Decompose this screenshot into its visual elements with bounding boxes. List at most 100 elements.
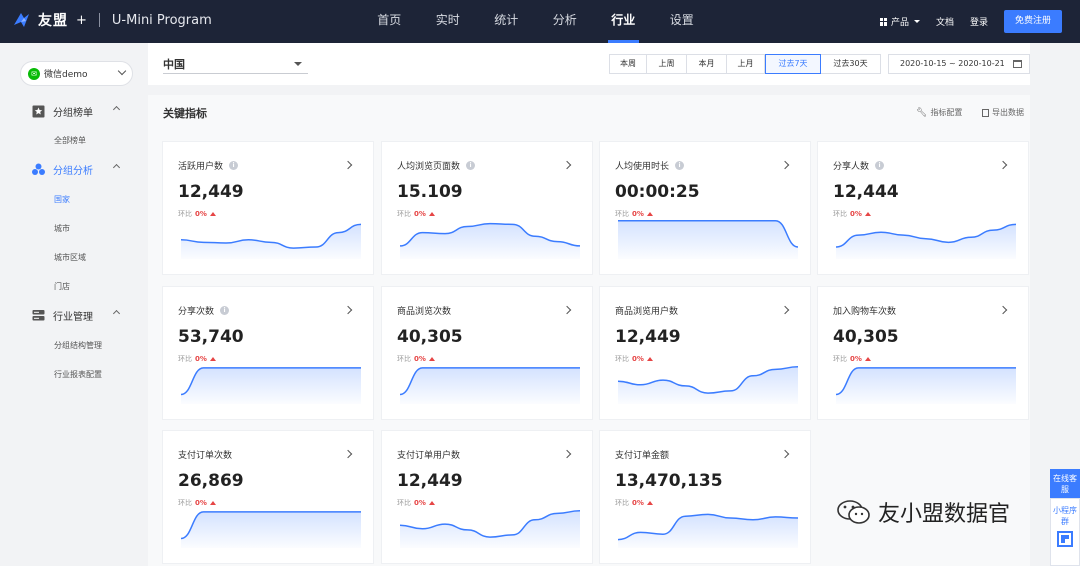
sparkline-chart [181, 223, 361, 259]
sparkline-area [181, 511, 361, 548]
sparkline-area [618, 514, 798, 548]
sidebar-item-all-rankings[interactable]: 全部榜单 [54, 135, 86, 146]
metric-value: 12,449 [397, 471, 463, 491]
chevron-down-icon [117, 66, 127, 76]
sparkline-area [836, 224, 1016, 259]
metric-title: 分享次数 i [178, 304, 230, 317]
metric-card[interactable]: 活跃用户数 i 12,449 环比 0% [162, 141, 374, 275]
metric-title: 商品浏览用户数 [615, 304, 678, 317]
range-button[interactable]: 过去30天 [821, 54, 881, 74]
info-icon[interactable]: i [229, 161, 239, 170]
sidebar-item-report-config[interactable]: 行业报表配置 [54, 369, 102, 380]
range-button[interactable]: 上周 [647, 54, 687, 74]
chevron-right-icon[interactable] [562, 305, 572, 315]
metric-value: 40,305 [397, 327, 463, 347]
metric-value: 53,740 [178, 327, 244, 347]
sidebar-item-store[interactable]: 门店 [54, 281, 70, 292]
metric-title: 人均浏览页面数 i [397, 159, 476, 172]
brand[interactable]: 友盟 + U-Mini Program [12, 10, 212, 30]
range-button[interactable]: 过去7天 [765, 54, 821, 74]
metric-card[interactable]: 加入购物车次数 40,305 环比 0% [817, 286, 1029, 420]
sidebar-group-label: 分组分析 [53, 166, 93, 177]
country-select[interactable]: 中国 [163, 56, 308, 74]
metric-card[interactable]: 人均浏览页面数 i 15.109 环比 0% [381, 141, 593, 275]
sidebar-group-rankings[interactable]: 分组榜单 [32, 104, 121, 119]
register-button[interactable]: 免费注册 [1004, 10, 1062, 33]
metric-value: 15.109 [397, 182, 463, 202]
brand-name: 友盟 [38, 13, 68, 29]
metric-config-button[interactable]: 🔧︎ 指标配置 [916, 107, 962, 118]
sidebar-item-structure[interactable]: 分组结构管理 [54, 340, 102, 351]
info-icon[interactable]: i [466, 161, 476, 170]
metric-card[interactable]: 商品浏览次数 40,305 环比 0% [381, 286, 593, 420]
metric-value: 13,470,135 [615, 471, 723, 491]
panel-title: 关键指标 [163, 107, 207, 120]
chevron-up-icon [112, 163, 121, 172]
docs-link[interactable]: 文档 [936, 15, 954, 28]
sidebar-item-city-region[interactable]: 城市区域 [54, 252, 86, 263]
metric-title-text: 人均使用时长 [615, 162, 670, 172]
sidebar-group-industry[interactable]: 行业管理 [32, 308, 121, 323]
metric-value: 12,449 [178, 182, 244, 202]
up-triangle-icon [646, 501, 653, 505]
products-menu[interactable]: 产品 [879, 15, 920, 28]
metric-title-text: 支付订单金额 [615, 451, 670, 461]
sparkline-area [400, 510, 580, 548]
metric-card[interactable]: 支付订单金额 13,470,135 环比 0% [599, 430, 811, 564]
caret-down-icon [294, 62, 302, 66]
chevron-right-icon[interactable] [998, 305, 1008, 315]
sparkline-chart [400, 510, 580, 548]
nav-tab[interactable]: 分析 [536, 0, 595, 43]
sidebar-item-country[interactable]: 国家 [54, 194, 70, 205]
nav-tab[interactable]: 设置 [653, 0, 712, 43]
chevron-right-icon[interactable] [780, 160, 790, 170]
chevron-right-icon[interactable] [780, 449, 790, 459]
info-icon[interactable]: i [675, 161, 685, 170]
nav-tab[interactable]: 首页 [360, 0, 419, 43]
sparkline-chart [618, 366, 798, 404]
nav-tab[interactable]: 实时 [419, 0, 478, 43]
sidebar-group-label: 分组榜单 [53, 108, 93, 119]
export-data-button[interactable]: 导出数据 [982, 107, 1024, 118]
up-triangle-icon [209, 501, 216, 505]
range-button[interactable]: 本月 [687, 54, 727, 74]
up-triangle-icon [864, 212, 871, 216]
metric-card[interactable]: 商品浏览用户数 12,449 环比 0% [599, 286, 811, 420]
info-icon[interactable]: i [875, 161, 885, 170]
up-triangle-icon [646, 212, 653, 216]
metric-card[interactable]: 支付订单次数 26,869 环比 0% [162, 430, 374, 564]
login-link[interactable]: 登录 [970, 15, 988, 28]
metric-title-text: 商品浏览次数 [397, 307, 452, 317]
chevron-right-icon[interactable] [998, 160, 1008, 170]
sidebar-group-analysis[interactable]: 分组分析 [32, 162, 121, 177]
chevron-right-icon[interactable] [780, 305, 790, 315]
wechat-watermark-icon [837, 500, 870, 524]
nav-tab[interactable]: 统计 [477, 0, 536, 43]
metric-value: 12,449 [615, 327, 681, 347]
metric-title-text: 加入购物车次数 [833, 307, 897, 317]
metric-card[interactable]: 人均使用时长 i 00:00:25 环比 0% [599, 141, 811, 275]
chevron-right-icon[interactable] [343, 160, 353, 170]
chevron-up-icon [112, 105, 121, 114]
chevron-right-icon[interactable] [562, 160, 572, 170]
brand-divider [98, 13, 100, 27]
sidebar-item-city[interactable]: 城市 [54, 223, 70, 234]
chevron-right-icon[interactable] [562, 449, 572, 459]
metric-card[interactable]: 分享人数 i 12,444 环比 0% [817, 141, 1029, 275]
date-range-picker[interactable]: 2020-10-15 ~ 2020-10-21 [888, 54, 1030, 74]
metric-card[interactable]: 分享次数 i 53,740 环比 0% [162, 286, 374, 420]
range-button[interactable]: 上月 [727, 54, 765, 74]
chevron-right-icon[interactable] [343, 305, 353, 315]
online-service-button[interactable]: 在线客服 [1050, 469, 1080, 498]
brand-plus: + [76, 12, 87, 28]
app-selector[interactable]: ✉ 微信demo [20, 61, 133, 86]
metric-card[interactable]: 支付订单用户数 12,449 环比 0% [381, 430, 593, 564]
wechat-icon: ✉ [28, 67, 40, 80]
mini-group-button[interactable]: 小程序群 [1050, 498, 1080, 566]
info-icon[interactable]: i [220, 306, 230, 315]
app-name: 微信demo [44, 70, 88, 80]
chevron-right-icon[interactable] [343, 449, 353, 459]
date-range-value: 2020-10-15 ~ 2020-10-21 [900, 59, 1005, 68]
range-button[interactable]: 本周 [609, 54, 647, 74]
nav-tab[interactable]: 行业 [594, 0, 653, 43]
